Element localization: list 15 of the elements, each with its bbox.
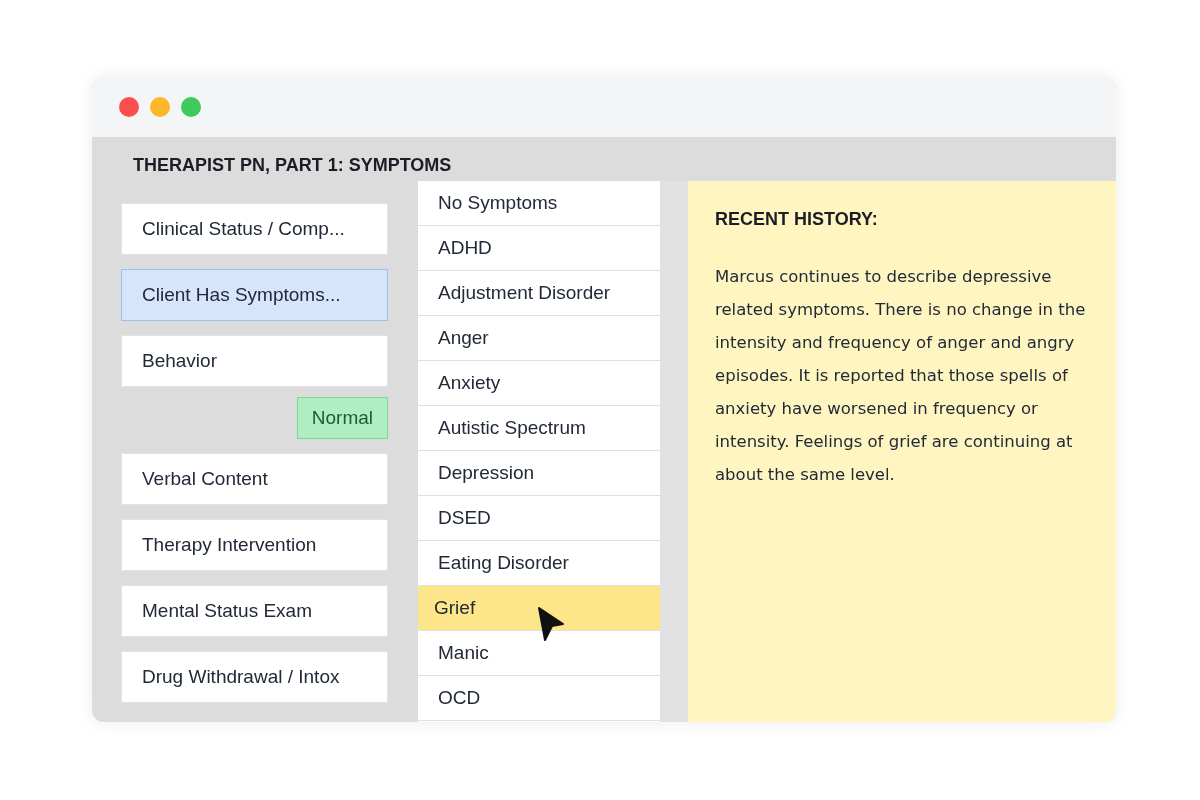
- section-item[interactable]: Behavior: [121, 335, 388, 387]
- close-button[interactable]: [119, 97, 139, 117]
- section-item[interactable]: Drug Withdrawal / Intox: [121, 651, 388, 703]
- section-item[interactable]: Therapy Intervention: [121, 519, 388, 571]
- history-text: Marcus continues to describe depressive related symptoms. There is no change in the intensity and frequency of anger and angry episodes. It is reported that those spells of anxiety have worsened in frequency or intensity. Feelings of grief are continuing at about the same level.: [715, 266, 1087, 486]
- minimize-button[interactable]: [150, 97, 170, 117]
- maximize-button[interactable]: [181, 97, 201, 117]
- form-title: THERAPIST PN, PART 1: SYMPTOMS: [132, 154, 453, 177]
- history-heading: RECENT HISTORY:: [715, 209, 879, 230]
- section-item[interactable]: Client Has Symptoms...: [121, 269, 388, 321]
- section-item[interactable]: Mental Status Exam: [121, 585, 388, 637]
- pointer-cursor-icon: [536, 606, 566, 642]
- section-item[interactable]: Clinical Status / Comp...: [121, 203, 388, 255]
- status-badge: Normal: [296, 397, 388, 439]
- section-item[interactable]: Verbal Content: [121, 453, 388, 505]
